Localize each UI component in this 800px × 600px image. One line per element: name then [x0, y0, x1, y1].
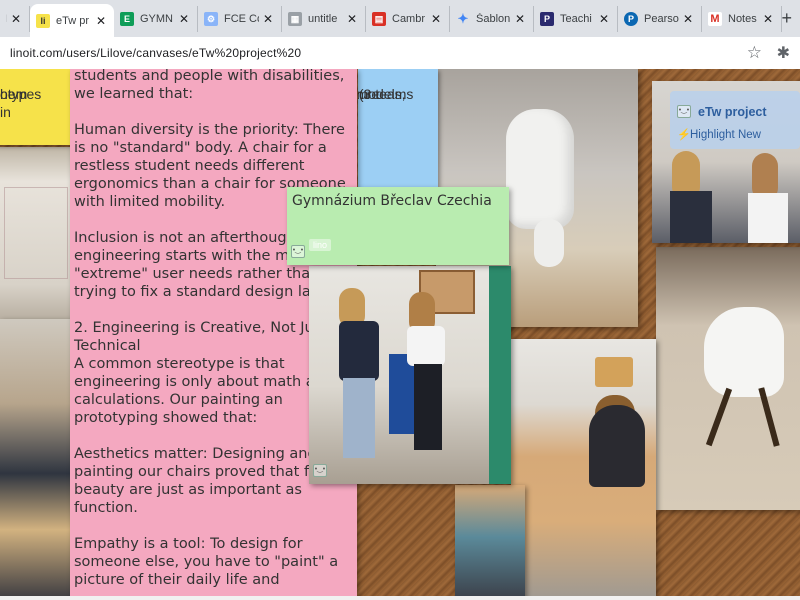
tab-1[interactable]: li eTw pr ✕ — [30, 4, 114, 37]
tab-title: Cambr — [392, 13, 426, 25]
highlight-new-link[interactable]: Highlight New — [690, 129, 761, 141]
tab-9[interactable]: M Notes ✕ — [702, 6, 782, 32]
tab-title: Teachi — [560, 13, 592, 25]
horizontal-scrollbar[interactable] — [0, 596, 800, 600]
students-photo-center[interactable]: •‿• — [309, 266, 511, 484]
cloth-figure-leg — [534, 219, 564, 267]
pdf-icon: ▤ — [372, 12, 386, 26]
note-title: Gymnázium Břeclav Czechia — [292, 193, 492, 209]
close-icon[interactable]: ✕ — [513, 12, 527, 26]
close-icon[interactable]: ✕ — [761, 12, 775, 26]
tab-6[interactable]: ✦ Šablon ✕ — [450, 6, 534, 32]
close-icon[interactable]: ✕ — [429, 12, 443, 26]
p-icon: P — [540, 12, 554, 26]
student-body — [670, 191, 712, 243]
face-icon: •‿• — [677, 105, 691, 118]
chair-back — [595, 357, 633, 387]
sticky-note-blue[interactable]: s (3 teams r models, cture — [358, 69, 438, 187]
tab-0[interactable]: LI ✕ — [0, 6, 30, 32]
linoit-icon: li — [36, 13, 50, 28]
new-tab-icon[interactable]: + — [781, 8, 792, 29]
close-icon[interactable]: ✕ — [681, 12, 695, 26]
sheets-icon: E — [120, 12, 134, 26]
doc-icon: ⚙ — [204, 12, 218, 26]
door — [489, 266, 511, 484]
page-icon: ▦ — [288, 12, 302, 26]
tab-5[interactable]: ▤ Cambr ✕ — [366, 6, 450, 32]
tab-7[interactable]: P Teachi ✕ — [534, 6, 618, 32]
tab-title: FCE Co — [224, 13, 259, 25]
student-body — [748, 193, 788, 243]
face-icon: •‿• — [291, 245, 305, 258]
cloth-figure — [704, 307, 784, 397]
gmail-icon: M — [708, 12, 722, 26]
extensions-icon[interactable]: ✱ — [777, 43, 790, 63]
address-bar[interactable]: linoit.com/users/Lilove/canvases/eTw%20p… — [0, 37, 800, 70]
close-icon[interactable]: ✕ — [9, 12, 23, 26]
tab-title: GYMN — [140, 13, 173, 25]
student-body — [589, 405, 645, 487]
project-overlay: •‿• eTw project ⚡ Highlight New — [670, 91, 800, 149]
url-text[interactable]: linoit.com/users/Lilove/canvases/eTw%20p… — [10, 46, 301, 60]
lightning-icon: ⚡ — [677, 129, 691, 141]
tab-title: untitle — [308, 13, 338, 25]
close-icon[interactable]: ✕ — [261, 12, 275, 26]
face-icon: •‿• — [313, 464, 327, 477]
sticky-note-green[interactable]: Gymnázium Břeclav Czechia •‿• lino — [287, 187, 509, 265]
note-text: hem — [0, 86, 28, 102]
tab-title: eTw pr — [56, 14, 90, 27]
student-legs — [414, 364, 442, 450]
classroom-photo-bottom[interactable] — [455, 485, 525, 600]
chair-prototype-photo[interactable] — [656, 247, 800, 510]
whiteboard-photo[interactable] — [0, 147, 70, 319]
chair-leg — [705, 387, 733, 447]
student-legs — [343, 378, 375, 458]
tab-title: Notes — [728, 13, 757, 25]
classroom-photo-left[interactable] — [0, 319, 70, 600]
blue-box — [389, 354, 415, 434]
note-text: cture — [358, 86, 380, 102]
note-paragraph: students and people with disabilities, w… — [74, 69, 345, 102]
project-title[interactable]: eTw project — [698, 105, 767, 119]
bookmark-star-icon[interactable]: ☆ — [747, 43, 762, 63]
ghost-label: lino — [309, 239, 332, 251]
tab-2[interactable]: E GYMN ✕ — [114, 6, 198, 32]
close-icon[interactable]: ✕ — [597, 12, 611, 26]
tab-title: LI — [6, 13, 7, 25]
tab-4[interactable]: ▦ untitle ✕ — [282, 6, 366, 32]
note-paragraph: Empathy is a tool: To design for someone… — [74, 536, 339, 588]
close-icon[interactable]: ✕ — [345, 12, 359, 26]
cloth-figure — [506, 109, 574, 229]
pearson-icon: P — [624, 12, 638, 26]
tab-title: Pearso — [644, 13, 679, 25]
student-body — [339, 321, 379, 381]
tab-8[interactable]: P Pearso ✕ — [618, 6, 702, 32]
classroom-table-photo[interactable] — [511, 339, 656, 600]
gemini-icon: ✦ — [457, 11, 469, 26]
tab-bar: LI ✕ li eTw pr ✕ E GYMN ✕ ⚙ FCE Co ✕ ▦ u… — [0, 0, 800, 37]
sticky-note-yellow[interactable]: otypes in hem — [0, 69, 70, 145]
close-icon[interactable]: ✕ — [177, 12, 191, 26]
close-icon[interactable]: ✕ — [94, 14, 108, 28]
linoit-canvas[interactable]: •‿• eTw project ⚡ Highlight New otypes i… — [0, 69, 800, 600]
tab-3[interactable]: ⚙ FCE Co ✕ — [198, 6, 282, 32]
tab-title: Šablon — [476, 13, 511, 25]
student-body — [407, 326, 445, 366]
